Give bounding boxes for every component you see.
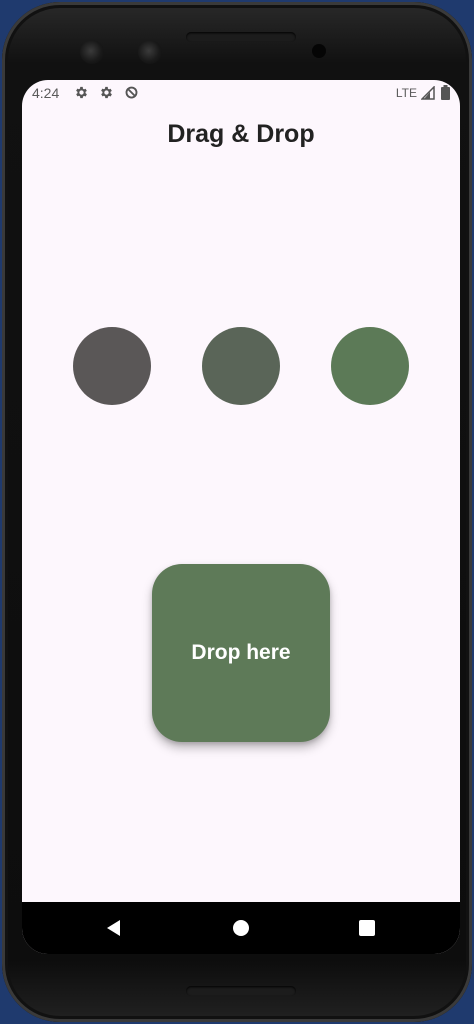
network-type: LTE <box>395 86 417 100</box>
signal-icon <box>420 85 435 100</box>
recent-apps-icon[interactable] <box>357 918 377 938</box>
phone-frame: 4:24 LTE Drag & Drop Drop here <box>2 2 472 1022</box>
front-camera <box>80 40 104 64</box>
navigation-bar <box>22 902 460 954</box>
status-time: 4:24 <box>32 85 60 101</box>
drop-target[interactable]: Drop here <box>152 564 330 742</box>
status-bar: 4:24 LTE <box>22 80 460 106</box>
draggable-circle-dark-gray[interactable] <box>73 327 151 405</box>
app-screen: 4:24 LTE Drag & Drop Drop here <box>22 80 460 954</box>
data-saver-icon <box>124 85 139 100</box>
draggable-circle-gray-green[interactable] <box>202 327 280 405</box>
earpiece-speaker <box>186 32 296 42</box>
battery-icon <box>441 85 450 100</box>
proximity-sensor <box>312 44 326 58</box>
settings-icon <box>99 85 114 100</box>
settings-icon <box>74 85 89 100</box>
front-camera-secondary <box>138 40 162 64</box>
bottom-speaker <box>186 986 296 996</box>
home-icon[interactable] <box>231 918 251 938</box>
draggable-circle-green[interactable] <box>331 327 409 405</box>
back-icon[interactable] <box>104 918 124 938</box>
page-title: Drag & Drop <box>167 120 315 148</box>
drop-target-label: Drop here <box>191 641 291 664</box>
